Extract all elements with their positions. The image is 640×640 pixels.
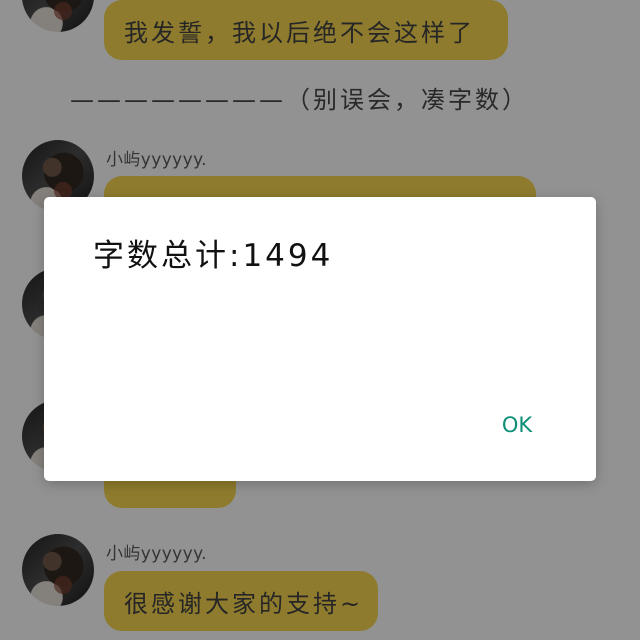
word-count-title: 字数总计:1494 <box>93 238 334 274</box>
word-count-dialog: 字数总计:1494 OK <box>44 197 596 481</box>
ok-button[interactable]: OK <box>492 408 542 442</box>
